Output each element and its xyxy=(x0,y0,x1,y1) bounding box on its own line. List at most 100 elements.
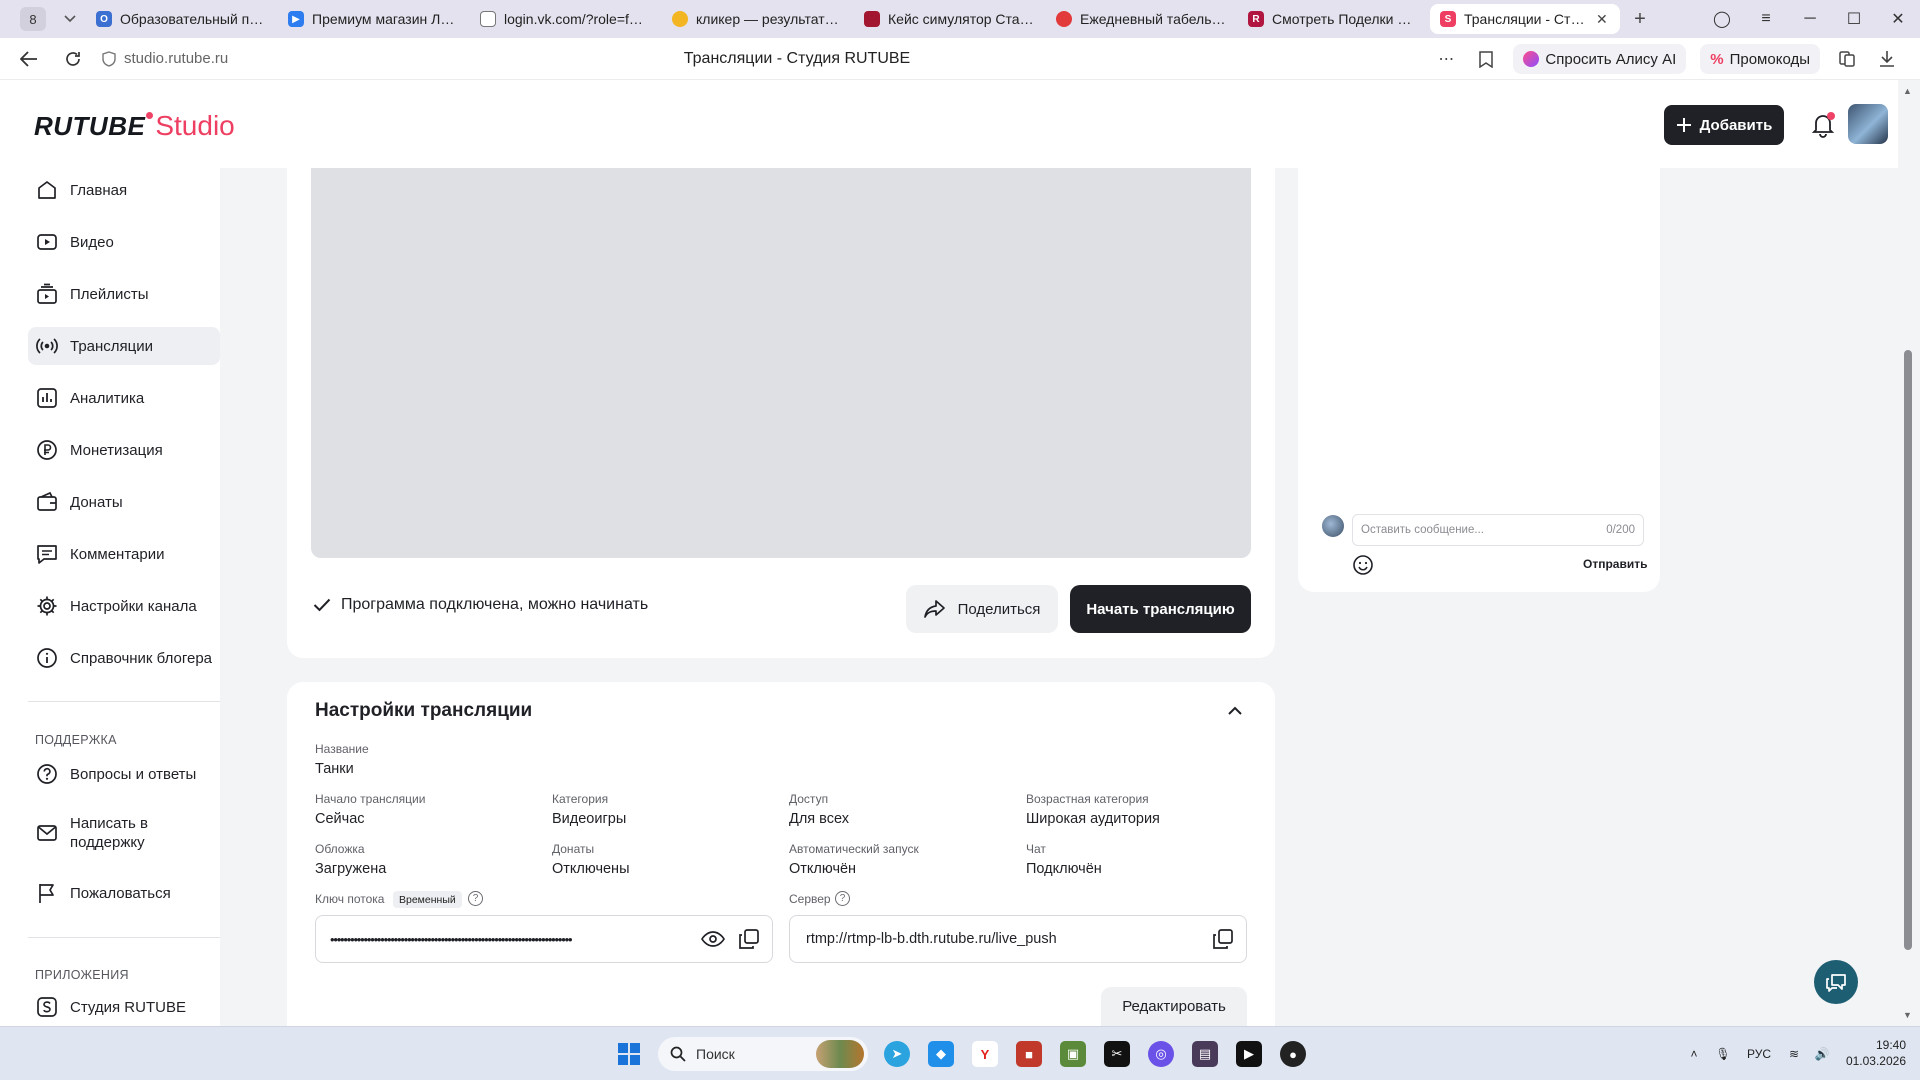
video-icon xyxy=(37,234,57,250)
show-key-eye-icon[interactable] xyxy=(700,926,726,952)
browser-tab[interactable]: ▶ Премиум магазин Лест xyxy=(278,4,468,34)
tray-chevron-up-icon[interactable]: ˄ xyxy=(1680,1047,1708,1061)
more-options-icon[interactable]: ⋯ xyxy=(1433,46,1459,72)
browser-menu-icon[interactable]: ≡ xyxy=(1744,10,1788,28)
sidebar-item-video[interactable]: Видео xyxy=(28,223,220,261)
reload-button[interactable] xyxy=(58,44,88,74)
browser-tab[interactable]: R Смотреть Поделки и иг xyxy=(1238,4,1428,34)
sidebar-item-home[interactable]: Главная xyxy=(28,171,220,209)
support-heading: ПОДДЕРЖКА xyxy=(35,733,117,747)
stream-key-label: Ключ потока xyxy=(315,892,385,906)
tab-favicon-icon xyxy=(864,11,880,27)
page-scrollbar[interactable]: ▲ ▼ xyxy=(1898,80,1920,1026)
tab-favicon-icon: R xyxy=(1248,11,1264,27)
share-button[interactable]: Поделиться xyxy=(906,585,1058,633)
sidebar-item-streams[interactable]: Трансляции xyxy=(28,327,220,365)
name-value: Танки xyxy=(315,761,354,777)
notifications-bell-icon[interactable] xyxy=(1810,112,1836,138)
app-icon-arrow[interactable]: ▶ xyxy=(1236,1041,1262,1067)
telegram-icon[interactable]: ➤ xyxy=(884,1041,910,1067)
tab-count-badge[interactable]: 8 xyxy=(20,7,46,31)
back-button[interactable] xyxy=(14,44,44,74)
sidebar-item-label: Главная xyxy=(70,181,128,199)
copy-server-icon[interactable] xyxy=(1210,926,1236,952)
sidebar-item-comments[interactable]: Комментарии xyxy=(28,535,220,573)
capcut-icon[interactable]: ✂ xyxy=(1104,1041,1130,1067)
extensions-icon[interactable] xyxy=(1834,46,1860,72)
stream-key-help-icon[interactable]: ? xyxy=(468,891,483,906)
downloads-icon[interactable] xyxy=(1874,46,1900,72)
collapse-chevron-up-icon[interactable] xyxy=(1224,700,1246,722)
scrollbar-thumb[interactable] xyxy=(1904,350,1912,950)
stream-preview-player[interactable] xyxy=(311,168,1251,558)
volume-icon[interactable]: 🔊 xyxy=(1808,1047,1836,1061)
user-avatar[interactable] xyxy=(1848,104,1888,144)
maximize-icon[interactable]: ☐ xyxy=(1832,9,1876,29)
scroll-up-arrow-icon[interactable]: ▲ xyxy=(1903,86,1912,96)
emoji-icon[interactable] xyxy=(1352,554,1374,576)
close-window-icon[interactable]: ✕ xyxy=(1876,9,1920,29)
tab-favicon-icon xyxy=(480,11,496,27)
sidebar-item-faq[interactable]: Вопросы и ответы xyxy=(28,755,220,793)
ask-alice-button[interactable]: Спросить Алису AI xyxy=(1513,44,1687,74)
sidebar-item-report[interactable]: Пожаловаться xyxy=(28,874,220,912)
microphone-icon[interactable]: 🎙 xyxy=(1708,1047,1738,1061)
browser-tab[interactable]: Кейс симулятор Станд xyxy=(854,4,1044,34)
wifi-icon[interactable]: ≋ xyxy=(1780,1047,1808,1061)
server-url-field[interactable]: rtmp://rtmp-lb-b.dth.rutube.ru/live_push xyxy=(789,915,1247,963)
sidebar-item-analytics[interactable]: Аналитика xyxy=(28,379,220,417)
browser-tab-active[interactable]: S Трансляции - Студия ✕ xyxy=(1430,4,1620,34)
edit-settings-label: Редактировать xyxy=(1122,998,1226,1015)
language-indicator[interactable]: РУС xyxy=(1738,1047,1780,1061)
game-app-icon[interactable]: ▤ xyxy=(1192,1041,1218,1067)
chat-char-counter: 0/200 xyxy=(1606,524,1635,536)
share-icon xyxy=(923,600,945,618)
minecraft-icon[interactable]: ▣ xyxy=(1060,1041,1086,1067)
copy-key-icon[interactable] xyxy=(736,926,762,952)
profile-icon[interactable]: ◯ xyxy=(1700,9,1744,29)
chat-send-button[interactable]: Отправить xyxy=(1583,557,1647,571)
server-url-value: rtmp://rtmp-lb-b.dth.rutube.ru/live_push xyxy=(806,931,1057,947)
taskbar-search[interactable]: Поиск xyxy=(658,1037,868,1071)
app-icon-purple[interactable]: ◎ xyxy=(1148,1041,1174,1067)
scroll-down-arrow-icon[interactable]: ▼ xyxy=(1903,1010,1912,1020)
sidebar-item-label: Студия RUTUBE xyxy=(70,998,186,1016)
yandex-browser-icon[interactable]: Y xyxy=(972,1041,998,1067)
new-tab-button[interactable]: + xyxy=(1626,5,1654,33)
sidebar-item-donates[interactable]: Донаты xyxy=(28,483,220,521)
tab-close-icon[interactable]: ✕ xyxy=(1596,11,1610,28)
edit-settings-button[interactable]: Редактировать xyxy=(1101,987,1247,1026)
mail-icon xyxy=(37,825,57,841)
server-help-icon[interactable]: ? xyxy=(835,891,850,906)
browser-tab[interactable]: Ежедневный табель-ка xyxy=(1046,4,1236,34)
home-icon xyxy=(38,181,56,199)
sidebar-item-contact-support[interactable]: Написать в поддержку xyxy=(28,810,220,856)
chat-message-input[interactable]: Оставить сообщение... 0/200 xyxy=(1352,514,1644,546)
sidebar-item-studio-app[interactable]: Студия RUTUBE xyxy=(28,990,220,1024)
tab-title: кликер — результаты п xyxy=(696,11,842,27)
connection-status: Программа подключена, можно начинать xyxy=(313,596,648,614)
info-icon xyxy=(37,648,57,668)
browser-tab[interactable]: login.vk.com/?role=fast& xyxy=(470,4,660,34)
rutube-studio-logo[interactable]: RUTUBE Studio xyxy=(34,110,235,142)
sidebar-item-playlists[interactable]: Плейлисты xyxy=(28,275,220,313)
support-chat-float-button[interactable] xyxy=(1814,960,1858,1004)
taskbar-clock[interactable]: 19:40 01.03.2026 xyxy=(1840,1037,1906,1069)
sidebar-item-label: Пожаловаться xyxy=(70,884,171,902)
messenger-app-icon[interactable]: ◆ xyxy=(928,1041,954,1067)
url-field[interactable]: studio.rutube.ru xyxy=(102,50,228,67)
tabs-menu-chevron-icon[interactable] xyxy=(56,5,84,33)
browser-tab[interactable]: О Образовательный порт xyxy=(86,4,276,34)
sidebar-item-monetization[interactable]: Монетизация xyxy=(28,431,220,469)
bookmark-icon[interactable] xyxy=(1473,46,1499,72)
start-windows-icon[interactable] xyxy=(616,1041,642,1067)
start-stream-button[interactable]: Начать трансляцию xyxy=(1070,585,1251,633)
sidebar-item-channel-settings[interactable]: Настройки канала xyxy=(28,587,220,625)
add-button[interactable]: Добавить xyxy=(1664,105,1784,145)
app-icon-dark[interactable]: ● xyxy=(1280,1041,1306,1067)
minimize-icon[interactable]: ─ xyxy=(1788,10,1832,28)
sidebar-item-blogger-guide[interactable]: Справочник блогера xyxy=(28,639,220,677)
browser-tab[interactable]: кликер — результаты п xyxy=(662,4,852,34)
promo-button[interactable]: % Промокоды xyxy=(1700,44,1820,74)
app-icon-red[interactable]: ■ xyxy=(1016,1041,1042,1067)
